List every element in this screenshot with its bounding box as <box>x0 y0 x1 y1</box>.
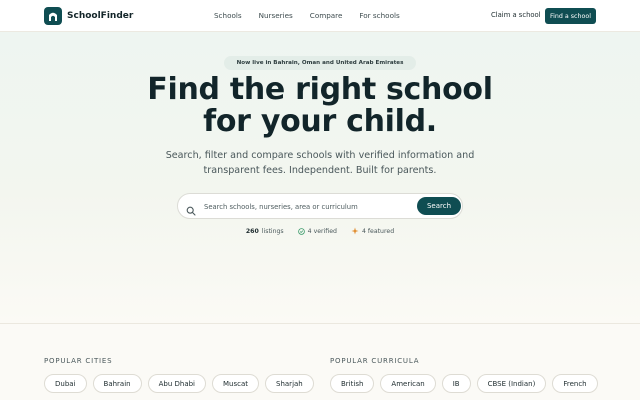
curriculum-chip-cbse[interactable]: CBSE (Indian) <box>476 374 547 393</box>
search-button[interactable]: Search <box>417 197 461 215</box>
search-icon <box>186 201 196 216</box>
claim-school-link[interactable]: Claim a school <box>491 11 541 19</box>
brand-logo[interactable]: SchoolFinder <box>44 7 133 25</box>
stat-listings: 260 listings <box>246 228 284 235</box>
listings-label: listings <box>261 227 284 235</box>
curriculum-chip-american[interactable]: American <box>380 374 436 393</box>
verified-check-icon <box>297 227 305 235</box>
stat-featured: 4 featured <box>351 227 394 235</box>
city-chip-dubai[interactable]: Dubai <box>44 374 87 393</box>
subtitle-line-1: Search, filter and compare schools with … <box>165 150 475 161</box>
featured-sparkle-icon <box>351 227 359 235</box>
hero-headline: Find the right school for your child. <box>0 74 640 138</box>
find-school-button[interactable]: Find a school <box>545 8 596 24</box>
nav-link-nurseries[interactable]: Nurseries <box>259 11 293 20</box>
featured-label: 4 featured <box>361 227 395 235</box>
popular-cities-list: Dubai Bahrain Abu Dhabi Muscat Sharjah <box>44 374 320 393</box>
city-chip-abu-dhabi[interactable]: Abu Dhabi <box>147 374 206 393</box>
nav-link-schools[interactable]: Schools <box>214 11 242 20</box>
nav-link-for-schools[interactable]: For schools <box>359 11 399 20</box>
popular-curricula-heading: POPULAR CURRICULA <box>330 357 420 365</box>
popular-curricula-list: British American IB CBSE (Indian) French <box>330 374 604 393</box>
search-input[interactable] <box>204 200 384 213</box>
nav-links: Schools Nurseries Compare For schools <box>214 11 417 20</box>
city-chip-bahrain[interactable]: Bahrain <box>92 374 142 393</box>
search-bar: Search <box>177 193 463 219</box>
top-nav: SchoolFinder Schools Nurseries Compare F… <box>0 0 640 32</box>
hero-subtitle: Search, filter and compare schools with … <box>0 148 640 178</box>
nav-link-compare[interactable]: Compare <box>310 11 343 20</box>
subtitle-line-2: transparent fees. Independent. Built for… <box>203 165 437 176</box>
listing-stats: 260 listings 4 verified 4 featured <box>0 227 640 235</box>
headline-line-1: Find the right school <box>147 72 493 107</box>
curriculum-chip-french[interactable]: French <box>552 374 598 393</box>
brand-name: SchoolFinder <box>67 11 134 21</box>
city-chip-sharjah[interactable]: Sharjah <box>265 374 314 393</box>
popular-cities-heading: POPULAR CITIES <box>44 357 113 365</box>
headline-line-2: for your child. <box>203 104 437 139</box>
curriculum-chip-ib[interactable]: IB <box>441 374 471 393</box>
curriculum-chip-british[interactable]: British <box>330 374 375 393</box>
stat-verified: 4 verified <box>297 227 337 235</box>
city-chip-muscat[interactable]: Muscat <box>212 374 260 393</box>
school-icon <box>44 7 62 25</box>
availability-badge: Now live in Bahrain, Oman and United Ara… <box>224 56 416 70</box>
listings-count: 260 <box>245 227 259 235</box>
verified-label: 4 verified <box>307 227 337 235</box>
